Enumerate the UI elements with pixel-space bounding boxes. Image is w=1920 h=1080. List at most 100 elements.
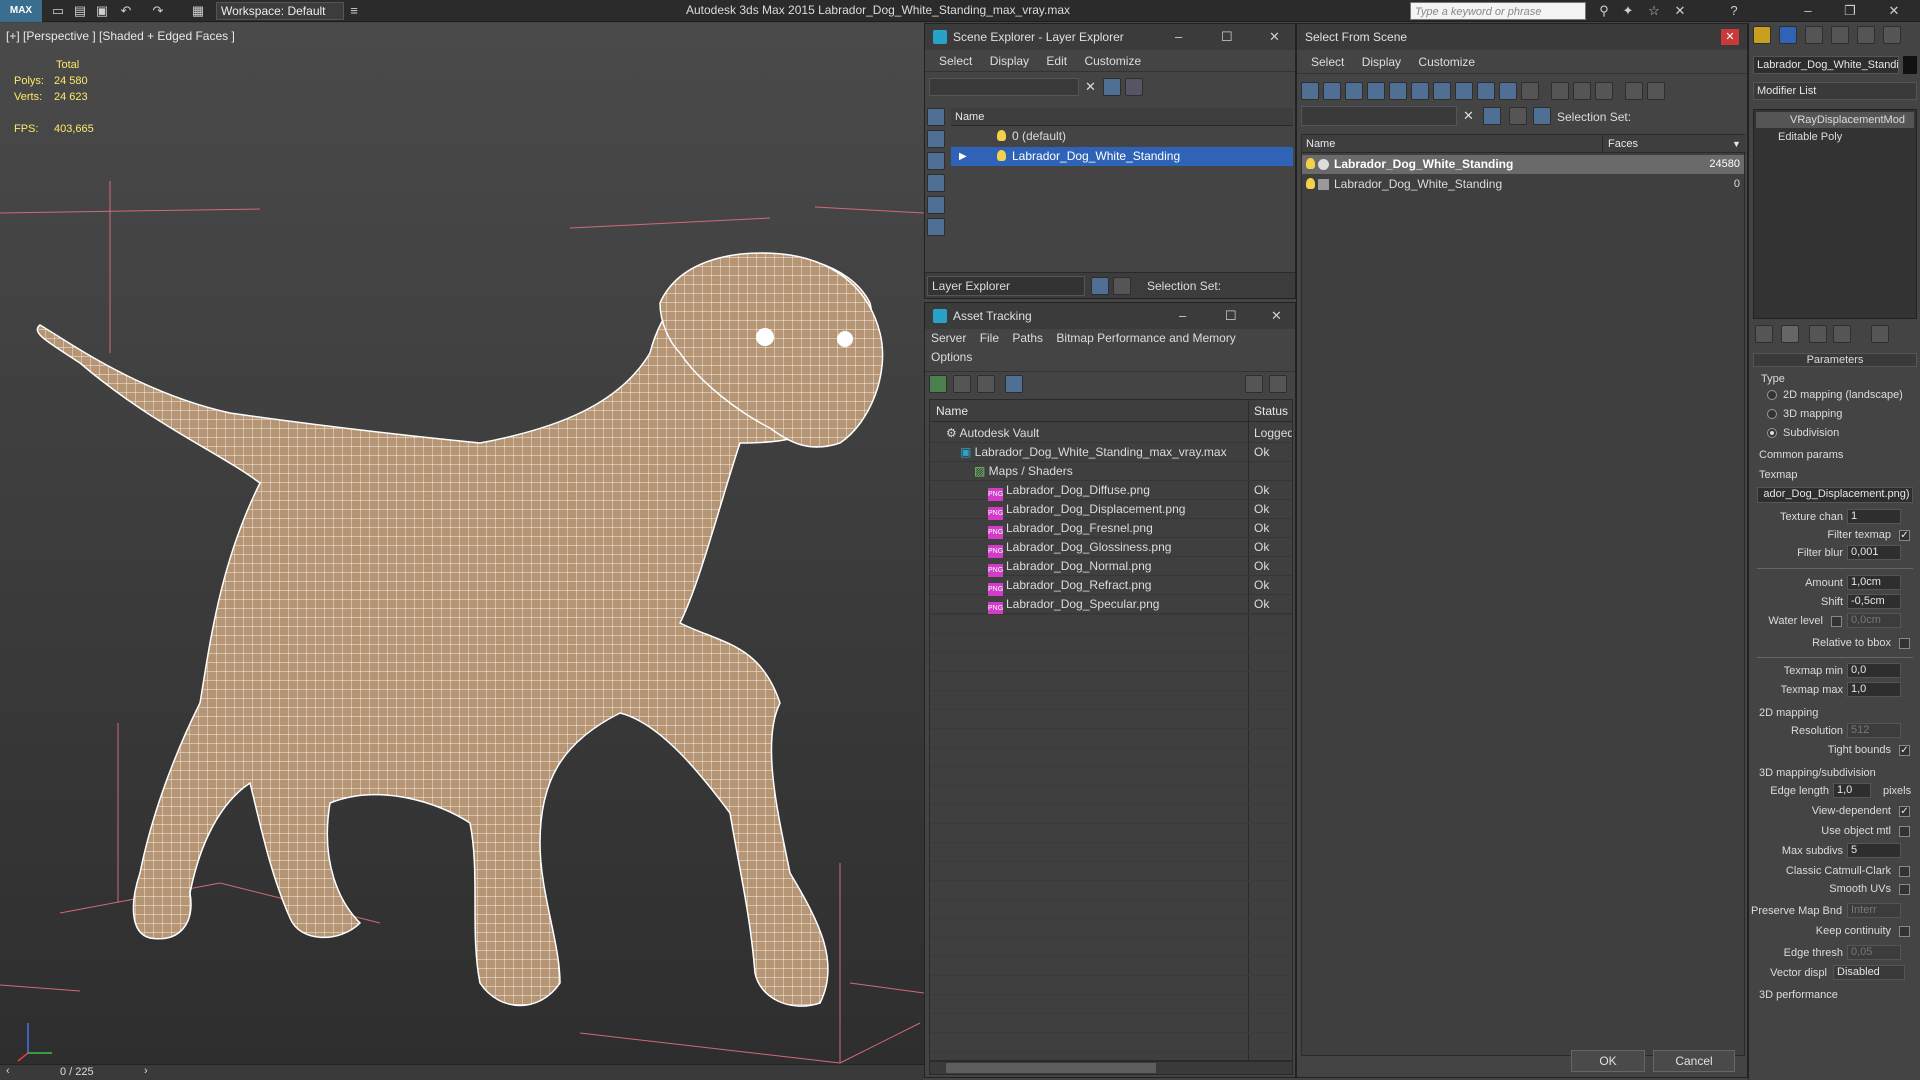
vector-displ-dropdown[interactable]: Disabled: [1833, 965, 1905, 980]
asset-row[interactable]: ⚙ Autodesk Vault Logged: [930, 424, 1292, 443]
horizontal-scrollbar[interactable]: [929, 1061, 1293, 1075]
radio-3d-mapping[interactable]: [1767, 409, 1777, 419]
stack-item-vraydisplacement[interactable]: VRayDisplacementMod: [1756, 112, 1914, 128]
display-geometry-icon[interactable]: [927, 130, 945, 148]
create-tab-icon[interactable]: [1753, 26, 1771, 44]
menu-display[interactable]: Display: [1362, 55, 1401, 69]
asset-tracking-titlebar[interactable]: Asset Tracking – ☐ ✕: [925, 303, 1295, 329]
display-objects-icon[interactable]: [927, 108, 945, 126]
close-icon[interactable]: ✕: [1269, 24, 1280, 50]
tools-icon[interactable]: ✦: [1620, 3, 1636, 19]
asset-row[interactable]: PNG Labrador_Dog_Fresnel.png Ok: [930, 519, 1292, 539]
filter-icon[interactable]: [1483, 107, 1501, 125]
radio-subdivision[interactable]: [1767, 428, 1777, 438]
minimize-icon[interactable]: –: [1175, 24, 1182, 50]
filter-bones-icon[interactable]: [1477, 82, 1495, 100]
menu-server[interactable]: Server: [931, 331, 966, 345]
asset-row[interactable]: PNG Labrador_Dog_Diffuse.png Ok: [930, 481, 1292, 501]
filter-icon[interactable]: [1103, 78, 1121, 96]
menu-edit[interactable]: Edit: [1046, 54, 1067, 68]
amount-spinner[interactable]: 1,0cm: [1847, 575, 1901, 590]
water-level-spinner[interactable]: 0,0cm: [1847, 613, 1901, 628]
restore-icon[interactable]: ❐: [1842, 3, 1858, 19]
maximize-icon[interactable]: ☐: [1225, 303, 1237, 329]
asset-row[interactable]: ▣ Labrador_Dog_White_Standing_max_vray.m…: [930, 443, 1292, 462]
select-all-icon[interactable]: [1551, 82, 1569, 100]
edge-length-spinner[interactable]: 1,0: [1833, 783, 1871, 798]
object-row-selected[interactable]: Labrador_Dog_White_Standing 24580: [1302, 155, 1744, 174]
max-subdivs-spinner[interactable]: 5: [1847, 843, 1901, 858]
texmap-min-spinner[interactable]: 0,0: [1847, 663, 1901, 678]
menu-customize[interactable]: Customize: [1084, 54, 1141, 68]
help-icon[interactable]: ?: [1726, 3, 1742, 19]
visibility-bulb-icon[interactable]: [1306, 158, 1315, 169]
explorer-type-dropdown[interactable]: Layer Explorer: [927, 276, 1085, 296]
redo-icon[interactable]: ↷: [150, 3, 166, 19]
col-name-header[interactable]: Name: [936, 400, 968, 422]
make-unique-icon[interactable]: [1809, 325, 1827, 343]
filter-containers-icon[interactable]: [1499, 82, 1517, 100]
asset-row[interactable]: PNG Labrador_Dog_Glossiness.png Ok: [930, 538, 1292, 558]
refresh-icon[interactable]: [929, 375, 947, 393]
expand-arrow-icon[interactable]: ▶: [959, 147, 967, 166]
star-icon[interactable]: ☆: [1646, 3, 1662, 19]
menu-customize[interactable]: Customize: [1418, 55, 1475, 69]
layers-icon[interactable]: [1509, 107, 1527, 125]
hierarchy-icon[interactable]: [1647, 82, 1665, 100]
scene-explorer-column-header[interactable]: Name: [951, 108, 1293, 126]
time-slider-value[interactable]: 0 / 225: [60, 1066, 94, 1078]
select-from-scene-titlebar[interactable]: Select From Scene ✕: [1297, 24, 1747, 50]
menu-select[interactable]: Select: [939, 54, 972, 68]
workspace-menu-icon[interactable]: ≡: [346, 3, 362, 19]
save-file-icon[interactable]: ▣: [94, 3, 110, 19]
display-shapes-icon[interactable]: [927, 152, 945, 170]
filter-texmap-checkbox[interactable]: ✓: [1899, 530, 1910, 541]
radio-2d-mapping[interactable]: [1767, 390, 1777, 400]
sync-icon[interactable]: [1125, 78, 1143, 96]
col-faces-header[interactable]: Faces: [1608, 135, 1638, 153]
menu-options[interactable]: Options: [931, 350, 972, 364]
exchange-icon[interactable]: ✕: [1672, 3, 1688, 19]
table-view-icon[interactable]: [1005, 375, 1023, 393]
close-icon[interactable]: ✕: [1271, 303, 1282, 329]
object-color-swatch[interactable]: [1903, 56, 1917, 74]
relative-bbox-checkbox[interactable]: [1899, 638, 1910, 649]
new-file-icon[interactable]: ▭: [50, 3, 66, 19]
object-name-field[interactable]: Labrador_Dog_White_Standir: [1753, 56, 1899, 74]
utilities-tab-icon[interactable]: [1883, 26, 1901, 44]
hierarchy-tab-icon[interactable]: [1805, 26, 1823, 44]
modifier-list-dropdown[interactable]: Modifier List: [1753, 82, 1917, 100]
menu-file[interactable]: File: [980, 331, 999, 345]
layer-row-selected[interactable]: ▶ Labrador_Dog_White_Standing: [951, 147, 1293, 166]
filter-lights-icon[interactable]: [1345, 82, 1363, 100]
tight-bounds-checkbox[interactable]: ✓: [1899, 745, 1910, 756]
list-view-icon[interactable]: [953, 375, 971, 393]
project-folder-icon[interactable]: ▦: [190, 3, 206, 19]
scene-explorer-titlebar[interactable]: Scene Explorer - Layer Explorer – ☐ ✕: [925, 24, 1295, 50]
configure-sets-icon[interactable]: [1871, 325, 1889, 343]
asset-row[interactable]: PNG Labrador_Dog_Refract.png Ok: [930, 576, 1292, 596]
search-input[interactable]: Type a keyword or phrase: [1410, 2, 1586, 20]
parameters-rollout-header[interactable]: Parameters: [1753, 353, 1917, 367]
minimize-icon[interactable]: –: [1800, 3, 1816, 19]
asset-row[interactable]: PNG Labrador_Dog_Displacement.png Ok: [930, 500, 1292, 520]
time-prev-icon[interactable]: ‹: [6, 1065, 10, 1077]
show-end-result-icon[interactable]: [1781, 325, 1799, 343]
select-search-input[interactable]: [1301, 106, 1457, 126]
smooth-uvs-checkbox[interactable]: [1899, 884, 1910, 895]
filter-geometry-icon[interactable]: [1301, 82, 1319, 100]
hierarchy-icon[interactable]: [1113, 277, 1131, 295]
motion-tab-icon[interactable]: [1831, 26, 1849, 44]
layer-row[interactable]: 0 (default): [951, 127, 1293, 146]
open-file-icon[interactable]: ▤: [72, 3, 88, 19]
preserve-map-bnd-dropdown[interactable]: Interr: [1847, 903, 1901, 918]
maximize-icon[interactable]: ☐: [1221, 24, 1233, 50]
display-cameras-icon[interactable]: [927, 196, 945, 214]
filter-cameras-icon[interactable]: [1367, 82, 1385, 100]
sort-arrow-icon[interactable]: ▼: [1732, 135, 1741, 153]
display-helpers-icon[interactable]: [927, 218, 945, 236]
settings-icon[interactable]: [1269, 375, 1287, 393]
remove-modifier-icon[interactable]: [1833, 325, 1851, 343]
pin-stack-icon[interactable]: [1755, 325, 1773, 343]
filter-shapes-icon[interactable]: [1323, 82, 1341, 100]
